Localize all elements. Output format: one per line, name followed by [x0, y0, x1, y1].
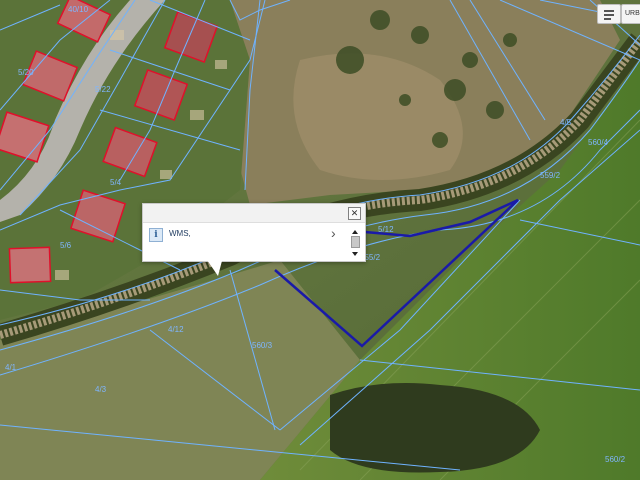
parcel-label: 4/12 [168, 325, 184, 334]
parcel-label: 559/2 [540, 171, 561, 180]
chevron-right-icon[interactable]: › [331, 225, 336, 241]
parcel-label: 4/3 [95, 385, 107, 394]
parcel-label: 560/4 [588, 138, 609, 147]
parcel-label: 5/12 [378, 225, 394, 234]
close-icon: ✕ [350, 208, 359, 218]
popup-result-row[interactable]: i WMS, › [149, 225, 339, 244]
parcel-label: 5/4 [110, 178, 122, 187]
parcel-label: 5/22 [95, 85, 111, 94]
scroll-down-icon[interactable] [352, 252, 358, 256]
parcel-label: 40/10 [68, 5, 89, 14]
identify-popup: ✕ i WMS, › [142, 203, 366, 262]
parcel-label: 4/5 [560, 118, 572, 127]
layers-button[interactable]: URB [621, 4, 640, 24]
info-icon: i [149, 228, 163, 242]
parcel-label: 4/1 [5, 363, 17, 372]
close-button[interactable]: ✕ [348, 207, 361, 220]
legend-icon [604, 18, 611, 20]
popup-header: ✕ [143, 204, 365, 223]
legend-icon [604, 14, 614, 16]
scroll-up-icon[interactable] [352, 230, 358, 234]
parcel-label: 5/6 [60, 241, 72, 250]
popup-scrollbar[interactable] [351, 230, 360, 258]
legend-icon [604, 10, 614, 12]
legend-button[interactable] [597, 4, 621, 24]
scroll-thumb[interactable] [351, 236, 360, 248]
layers-label: URB [625, 10, 640, 17]
popup-pointer [205, 257, 223, 276]
parcel-label: 5/20 [18, 68, 34, 77]
layer-name: WMS, [169, 229, 191, 238]
parcel-label: 560/3 [252, 341, 273, 350]
parcel-label: 560/2 [605, 455, 626, 464]
